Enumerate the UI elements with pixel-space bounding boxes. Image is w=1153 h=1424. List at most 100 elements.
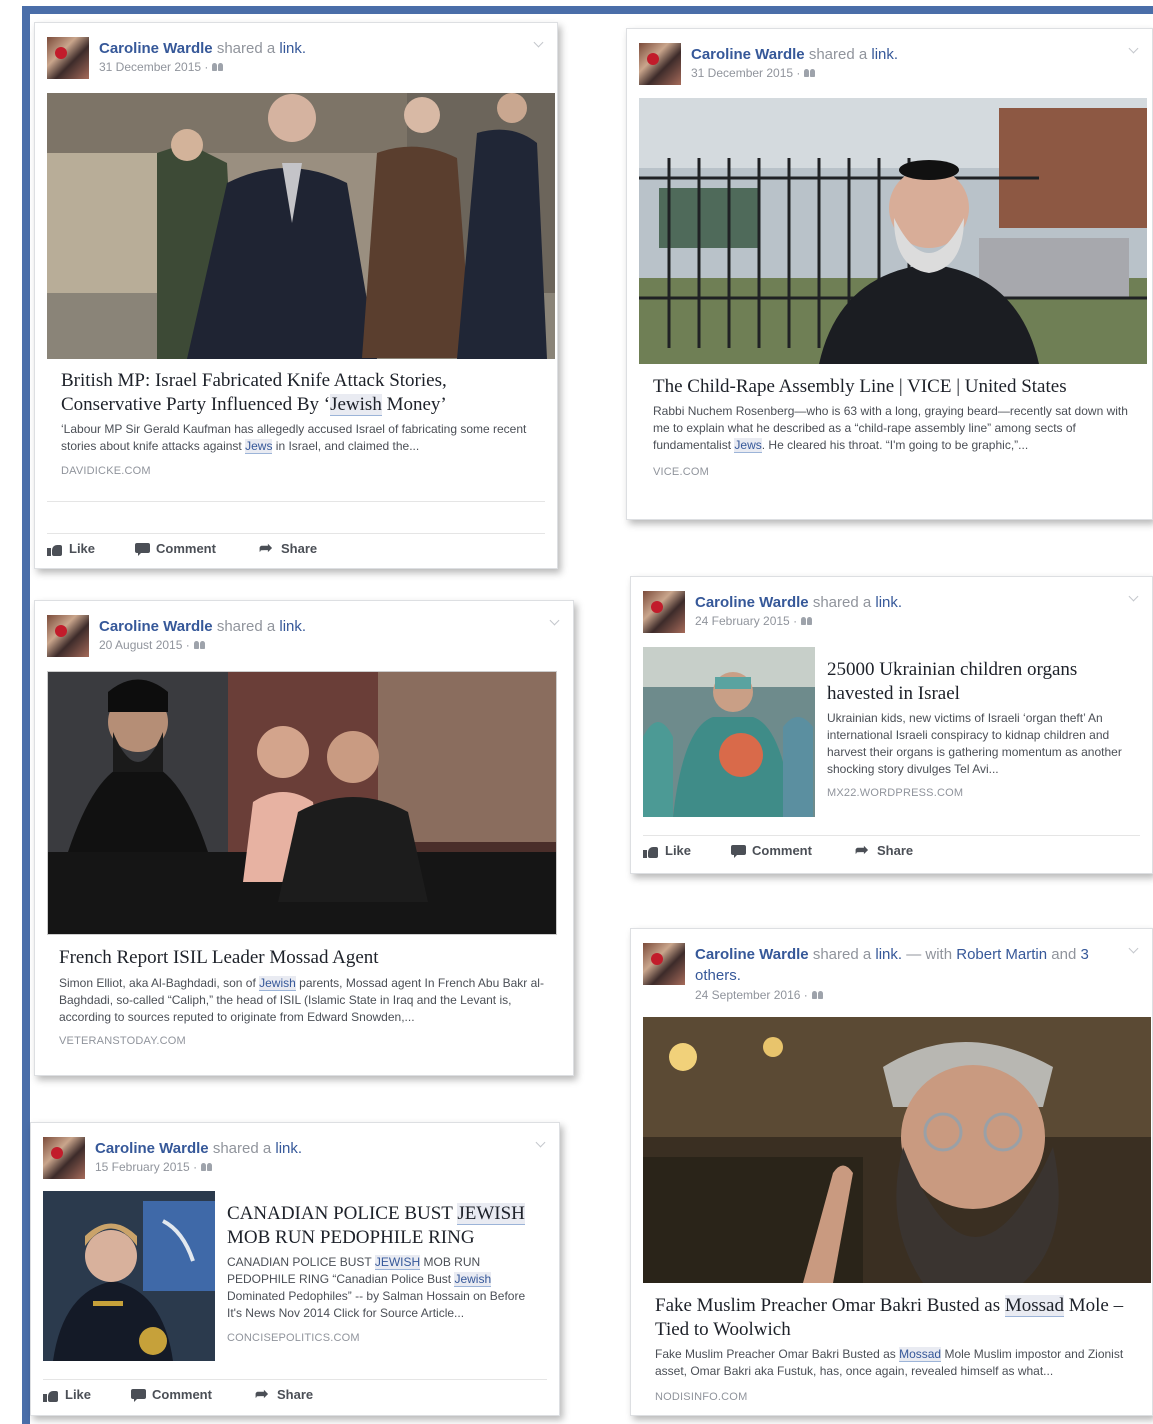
title-part: CANADIAN POLICE BUST (227, 1203, 458, 1224)
link-text[interactable]: link. (279, 40, 306, 57)
post-date-text: 24 September 2016 · (695, 988, 808, 1002)
chevron-down-icon[interactable] (533, 1137, 547, 1151)
link-domain: MX22.WORDPRESS.COM (827, 787, 964, 799)
like-label: Like (65, 1387, 92, 1402)
author-name[interactable]: Caroline Wardle (695, 946, 809, 963)
share-button[interactable]: Share (855, 842, 913, 860)
author-name[interactable]: Caroline Wardle (695, 594, 809, 611)
author-name[interactable]: Caroline Wardle (691, 46, 805, 63)
chevron-down-icon[interactable] (1126, 591, 1140, 605)
post-date-text: 20 August 2015 · (99, 638, 190, 652)
chevron-down-icon[interactable] (1126, 943, 1140, 957)
link-preview-image[interactable] (639, 98, 1147, 364)
desc-highlight: Mossad (899, 1347, 942, 1362)
post-date[interactable]: 24 September 2016 · (695, 988, 823, 1002)
post-header: Caroline Wardle shared a link. 20 August… (47, 613, 561, 661)
comment-label: Comment (156, 541, 216, 556)
link-domain: VICE.COM (653, 466, 709, 478)
link-title[interactable]: The Child-Rape Assembly Line | VICE | Un… (653, 375, 1133, 399)
desc-part: Dominated Pedophiles” -- by Salman Hossa… (227, 1289, 526, 1320)
link-preview-image[interactable] (643, 647, 815, 817)
author-name[interactable]: Caroline Wardle (99, 40, 213, 57)
avatar[interactable] (643, 943, 685, 985)
link-text[interactable]: link. (875, 594, 902, 611)
friends-icon (201, 1163, 213, 1171)
post-card-3: Caroline Wardle shared a link. 20 August… (34, 600, 574, 1076)
like-label: Like (69, 541, 96, 556)
share-label: Share (877, 843, 914, 858)
title-part: Fake Muslim Preacher Omar Bakri Busted a… (655, 1295, 1005, 1316)
post-date[interactable]: 31 December 2015 · (99, 60, 224, 74)
link-preview-image[interactable] (47, 93, 555, 359)
comment-button[interactable]: Comment (131, 1386, 212, 1404)
avatar[interactable] (643, 591, 685, 633)
link-description: Simon Elliot, aka Al-Baghdadi, son of Je… (59, 975, 549, 1026)
tagged-friend-link[interactable]: Robert Martin (956, 946, 1047, 963)
post-date-text: 24 February 2015 · (695, 614, 798, 628)
title-highlight: Jewish (330, 394, 382, 416)
post-date-text: 15 February 2015 · (95, 1160, 198, 1174)
post-date[interactable]: 20 August 2015 · (99, 638, 205, 652)
link-domain: DAVIDICKE.COM (61, 465, 151, 477)
share-icon (255, 1386, 271, 1404)
chevron-down-icon[interactable] (547, 615, 561, 629)
title-highlight: JEWISH (457, 1203, 525, 1225)
post-header-line: Caroline Wardle shared a link. — with Ro… (695, 944, 1116, 986)
author-name[interactable]: Caroline Wardle (99, 618, 213, 635)
link-text[interactable]: link. (875, 946, 902, 963)
share-button[interactable]: Share (259, 540, 317, 558)
post-header: Caroline Wardle shared a link. — with Ro… (643, 941, 1140, 1011)
post-card-5: Caroline Wardle shared a link. 15 Februa… (30, 1122, 560, 1416)
avatar[interactable] (47, 615, 89, 657)
like-icon (43, 1389, 59, 1403)
desc-highlight: Jewish (454, 1272, 492, 1287)
action-bar: Like Comment Share (643, 835, 1140, 864)
link-text[interactable]: link. (275, 1140, 302, 1157)
link-preview-image[interactable] (47, 671, 557, 935)
share-button[interactable]: Share (255, 1386, 313, 1404)
shared-text: shared a (216, 40, 276, 57)
link-domain: VETERANSTODAY.COM (59, 1035, 186, 1047)
like-button[interactable]: Like (47, 540, 95, 558)
post-card-1: Caroline Wardle shared a link. 31 Decemb… (34, 22, 558, 569)
share-label: Share (277, 1387, 314, 1402)
post-date[interactable]: 31 December 2015 · (691, 66, 816, 80)
link-title[interactable]: CANADIAN POLICE BUST JEWISH MOB RUN PEDO… (227, 1202, 547, 1250)
shared-text: shared a (812, 946, 872, 963)
link-text[interactable]: link. (871, 46, 898, 63)
avatar[interactable] (47, 37, 89, 79)
avatar[interactable] (43, 1137, 85, 1179)
comment-icon (135, 543, 150, 557)
desc-part: Simon Elliot, aka Al-Baghdadi, son of (59, 976, 260, 990)
post-date[interactable]: 24 February 2015 · (695, 614, 813, 628)
desc-part: CANADIAN POLICE BUST (227, 1255, 375, 1269)
author-name[interactable]: Caroline Wardle (95, 1140, 209, 1157)
comment-icon (131, 1389, 146, 1403)
desc-highlight: Jews (245, 439, 273, 454)
link-text[interactable]: link. (279, 618, 306, 635)
post-date[interactable]: 15 February 2015 · (95, 1160, 213, 1174)
shared-text: shared a (212, 1140, 272, 1157)
desc-highlight: Jewish (259, 976, 296, 991)
link-preview-image[interactable] (643, 1017, 1151, 1283)
like-button[interactable]: Like (43, 1386, 91, 1404)
like-button[interactable]: Like (643, 842, 691, 860)
link-title[interactable]: Fake Muslim Preacher Omar Bakri Busted a… (655, 1294, 1135, 1342)
share-label: Share (281, 541, 318, 556)
comment-button[interactable]: Comment (731, 842, 812, 860)
link-title[interactable]: French Report ISIL Leader Mossad Agent (59, 946, 549, 970)
link-description: Rabbi Nuchem Rosenberg—who is 63 with a … (653, 403, 1138, 454)
link-title[interactable]: 25000 Ukrainian children organs havested… (827, 658, 1137, 706)
chevron-down-icon[interactable] (1126, 43, 1140, 57)
with-text: — with (906, 946, 953, 963)
like-icon (643, 845, 659, 859)
chevron-down-icon[interactable] (531, 37, 545, 51)
link-title[interactable]: British MP: Israel Fabricated Knife Atta… (61, 369, 531, 417)
friends-icon (212, 63, 224, 71)
comment-button[interactable]: Comment (135, 540, 216, 558)
avatar[interactable] (639, 43, 681, 85)
post-header-line: Caroline Wardle shared a link. (95, 1138, 523, 1159)
link-preview-image[interactable] (43, 1191, 215, 1361)
post-date-text: 31 December 2015 · (691, 66, 801, 80)
post-header-line: Caroline Wardle shared a link. (99, 616, 537, 637)
